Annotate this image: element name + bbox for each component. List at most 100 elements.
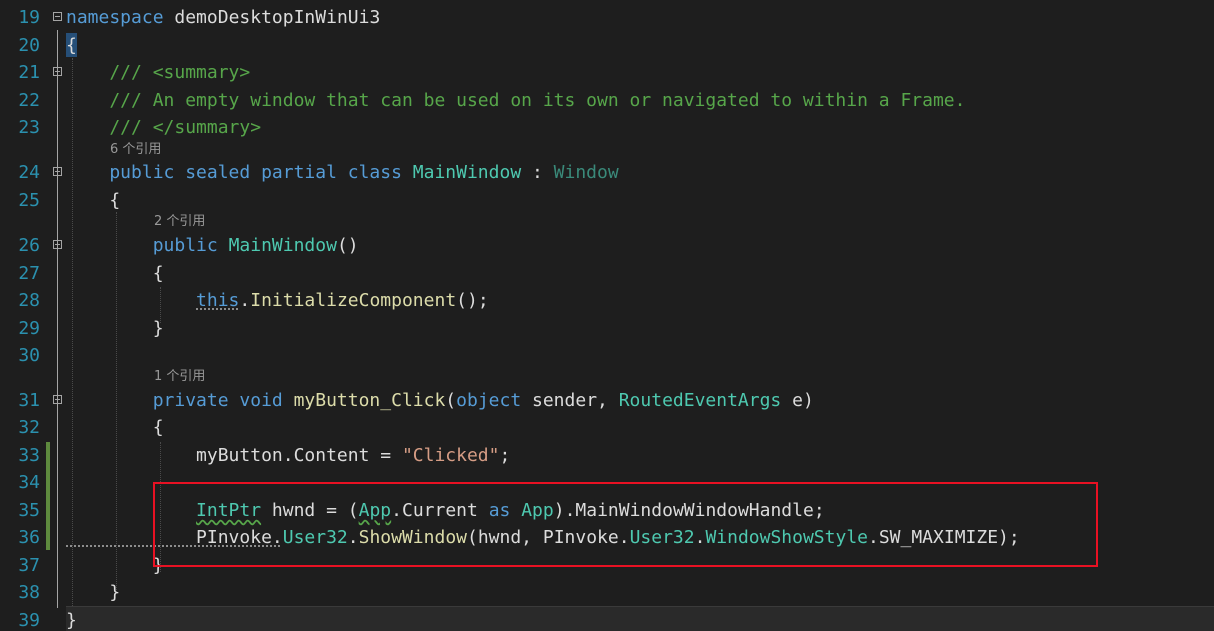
code-line[interactable]: 23 /// </summary>	[0, 114, 1214, 141]
code-token: namespace	[66, 7, 164, 28]
code-line[interactable]: 19 namespace demoDesktopInWinUi3	[0, 4, 1214, 31]
code-line[interactable]: 33 myButton.Content = "Clicked";	[0, 442, 1214, 469]
code-text: namespace demoDesktopInWinUi3	[66, 4, 380, 31]
code-token: :	[521, 162, 554, 183]
code-text: /// An empty window that can be used on …	[66, 87, 965, 114]
line-number: 33	[18, 445, 40, 466]
code-text: }	[66, 552, 164, 579]
code-token: ();	[456, 290, 489, 311]
code-line[interactable]: 25 {	[0, 187, 1214, 214]
code-token: ()	[336, 235, 359, 256]
code-text: {	[66, 260, 164, 287]
line-number: 26	[18, 235, 40, 256]
code-line[interactable]: 22 /// An empty window that can be used …	[0, 87, 1214, 114]
code-token: ;	[499, 445, 511, 466]
code-text: public sealed partial class MainWindow :…	[66, 159, 619, 186]
line-number: 30	[18, 345, 40, 366]
code-line[interactable]: 31 private void myButton_Click(object se…	[0, 387, 1214, 414]
code-token: public	[66, 235, 229, 256]
collapse-toggle-icon[interactable]	[53, 240, 62, 249]
line-number: 38	[18, 582, 40, 603]
code-token: {	[66, 190, 121, 211]
code-line[interactable]: 30	[0, 342, 1214, 369]
code-token: MainWindow	[228, 235, 337, 256]
code-line[interactable]: 27 {	[0, 260, 1214, 287]
line-number: 35	[18, 500, 40, 521]
code-token: }	[66, 610, 77, 631]
code-token: sender,	[521, 390, 619, 411]
line-number: 25	[18, 190, 40, 211]
code-token: /// </summary>	[66, 117, 262, 138]
line-number: 20	[18, 35, 40, 56]
code-token: /// An empty window that can be used on …	[66, 90, 966, 111]
codelens-method-references[interactable]: 1 个引用	[154, 367, 205, 387]
code-line[interactable]: 21 /// <summary>	[0, 59, 1214, 86]
code-token: myButton.Content =	[66, 445, 402, 466]
code-text: /// </summary>	[66, 114, 261, 141]
collapse-toggle-icon[interactable]	[53, 395, 62, 404]
line-number: 19	[18, 7, 40, 28]
code-line[interactable]: 24 public sealed partial class MainWindo…	[0, 159, 1214, 186]
line-number: 29	[18, 318, 40, 339]
code-line[interactable]: 20 {	[0, 32, 1214, 59]
code-token: MainWindow	[412, 162, 522, 183]
line-number: 32	[18, 417, 40, 438]
code-line[interactable]: 38 }	[0, 579, 1214, 606]
code-text: myButton.Content = "Clicked";	[66, 442, 510, 469]
code-text: /// <summary>	[66, 59, 250, 86]
code-token: myButton_Click	[293, 390, 446, 411]
annotation-highlight-box	[153, 482, 1098, 567]
code-line[interactable]: 28 this.InitializeComponent();	[0, 287, 1214, 314]
code-token: {	[66, 263, 164, 284]
code-token: public sealed partial class	[66, 162, 413, 183]
line-number: 24	[18, 162, 40, 183]
code-token: private void	[66, 390, 294, 411]
code-token: /// <summary>	[66, 62, 251, 83]
code-token: "Clicked"	[401, 445, 500, 466]
code-text: this.InitializeComponent();	[66, 287, 489, 314]
line-number: 34	[18, 472, 40, 493]
code-token: {	[66, 35, 77, 56]
code-token: this	[196, 290, 240, 311]
codelens-ctor-references[interactable]: 2 个引用	[154, 212, 205, 232]
code-text: private void myButton_Click(object sende…	[66, 387, 814, 414]
code-line[interactable]: 39}	[0, 607, 1214, 631]
line-number: 37	[18, 555, 40, 576]
code-text: {	[66, 414, 164, 441]
line-number: 22	[18, 90, 40, 111]
code-token: }	[66, 318, 164, 339]
line-number: 39	[18, 610, 40, 631]
code-token: Window	[553, 162, 619, 183]
collapse-toggle-icon[interactable]	[53, 12, 62, 21]
line-number: 28	[18, 290, 40, 311]
code-token: e)	[781, 390, 814, 411]
code-token: {	[66, 417, 164, 438]
code-text: public MainWindow()	[66, 232, 359, 259]
code-line[interactable]: 26 public MainWindow()	[0, 232, 1214, 259]
line-number: 23	[18, 117, 40, 138]
code-token: .	[239, 290, 251, 311]
code-token: (	[445, 390, 457, 411]
code-token: }	[66, 582, 121, 603]
collapse-toggle-icon[interactable]	[53, 167, 62, 176]
code-token: demoDesktopInWinUi3	[163, 7, 381, 28]
code-text: }	[66, 607, 77, 631]
code-text: {	[66, 32, 77, 59]
line-number: 21	[18, 62, 40, 83]
code-text: }	[66, 315, 164, 342]
code-text: }	[66, 579, 120, 606]
code-text: {	[66, 187, 120, 214]
line-number: 27	[18, 263, 40, 284]
codelens-class-references[interactable]: 6 个引用	[110, 140, 161, 160]
line-number: 31	[18, 390, 40, 411]
code-token: object	[456, 390, 522, 411]
code-token: InitializeComponent	[250, 290, 457, 311]
collapse-toggle-icon[interactable]	[53, 67, 62, 76]
code-editor[interactable]: 19 namespace demoDesktopInWinUi3 20 {21 ///…	[0, 0, 1214, 631]
code-line[interactable]: 32 {	[0, 414, 1214, 441]
code-token: }	[66, 555, 164, 576]
code-token: RoutedEventArgs	[618, 390, 782, 411]
code-line[interactable]: 29 }	[0, 315, 1214, 342]
line-number: 36	[18, 527, 40, 548]
